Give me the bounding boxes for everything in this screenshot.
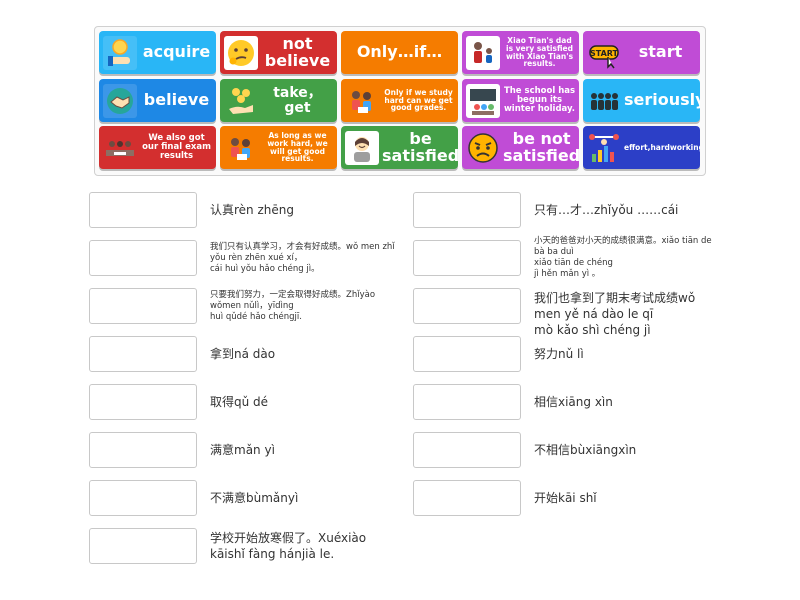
- prompt-label: 不满意bùmǎnyì: [210, 491, 299, 505]
- tile-text: Only if we study hard can we get good gr…: [384, 87, 453, 113]
- prompt-label: 只要我们努力，一定会取得好成绩。Zhǐyào wǒmen nǔlì，yīdìng…: [210, 289, 376, 322]
- answer-tile[interactable]: Only…if…: [341, 31, 458, 74]
- people-group-icon: [587, 84, 621, 118]
- answer-tile[interactable]: not believe: [220, 31, 337, 74]
- tile-text: believe: [143, 90, 210, 110]
- tile-text: acquire: [142, 42, 211, 62]
- tile-text: Only…if…: [356, 42, 443, 62]
- answer-tile[interactable]: START start: [583, 31, 700, 74]
- answer-tile[interactable]: As long as we work hard, we will get goo…: [220, 126, 337, 169]
- svg-text:START: START: [590, 49, 619, 58]
- answer-tile[interactable]: The school has begun its winter holiday.: [462, 79, 579, 122]
- answer-tile[interactable]: effort,hardworking: [583, 126, 700, 169]
- tile-text: We also got our final exam results: [142, 133, 211, 161]
- answer-tile[interactable]: Only if we study hard can we get good gr…: [341, 79, 458, 122]
- students-icon: [224, 131, 258, 165]
- prompt-label: 学校开始放寒假了。Xuéxiào kāishǐ fàng hánjià le.: [210, 531, 367, 561]
- exam-icon: [103, 131, 137, 165]
- prompt-label: 取得qǔ dé: [210, 395, 269, 409]
- prompt-label: 认真rèn zhēng: [210, 203, 294, 217]
- answer-tile[interactable]: seriously: [583, 79, 700, 122]
- father-son-icon: [466, 35, 500, 70]
- prompt-label: 拿到ná dào: [210, 347, 276, 361]
- drop-zone[interactable]: [89, 192, 197, 228]
- drop-zone[interactable]: [413, 432, 521, 468]
- students-icon: [345, 84, 379, 118]
- drop-zone[interactable]: [413, 288, 521, 324]
- answer-tile[interactable]: be not satisfied: [462, 126, 579, 169]
- weightlifter-icon: [587, 131, 621, 165]
- tile-bank: acquire not believe Only…if… Xiao Tian's da…: [94, 26, 706, 176]
- start-button-icon: START: [587, 36, 621, 70]
- prompt-label: 我们也拿到了期末考试成绩wǒ men yě ná dào le qī mò kǎ…: [534, 291, 696, 337]
- tile-text: take，get: [273, 84, 322, 116]
- tile-text: seriously: [624, 90, 700, 110]
- drop-zone[interactable]: [89, 288, 197, 324]
- drop-zone[interactable]: [413, 336, 521, 372]
- drop-zone[interactable]: [89, 480, 197, 516]
- hand-coins-icon: [224, 84, 258, 118]
- prompt-label: 相信xiāng xìn: [534, 395, 613, 409]
- drop-zone[interactable]: [89, 528, 197, 564]
- prompt-label: 努力nǔ lì: [534, 347, 584, 361]
- answer-tile[interactable]: take，get: [220, 79, 337, 122]
- answer-tile[interactable]: We also got our final exam results: [99, 126, 216, 169]
- tile-text: The school has begun its winter holiday.: [503, 86, 576, 114]
- angry-face-icon: [466, 131, 500, 165]
- prompt-label: 小天的爸爸对小天的成绩很满意。xiǎo tiān de bà ba duì xi…: [534, 236, 712, 279]
- tile-text: Xiao Tian's dad is very satisfied with X…: [505, 35, 574, 69]
- drop-zone[interactable]: [413, 240, 521, 276]
- drop-zone[interactable]: [89, 384, 197, 420]
- hand-coin-icon: [103, 35, 137, 70]
- prompt-label: 只有…才…zhǐyǒu ……cái: [534, 203, 679, 217]
- tile-text: effort,hardworking: [624, 142, 700, 152]
- classroom-icon: [466, 83, 500, 118]
- drop-zone[interactable]: [413, 480, 521, 516]
- tile-text: As long as we work hard, we will get goo…: [267, 130, 328, 164]
- drop-zone[interactable]: [413, 384, 521, 420]
- tile-text: be not satisfied: [503, 128, 579, 165]
- thinking-face-icon: [224, 35, 258, 70]
- handshake-icon: [103, 83, 137, 118]
- drop-zone[interactable]: [89, 336, 197, 372]
- prompt-label: 满意mǎn yì: [210, 443, 275, 457]
- tile-text: start: [638, 42, 683, 62]
- drop-zone[interactable]: [89, 240, 197, 276]
- drop-zone[interactable]: [413, 192, 521, 228]
- answer-tile[interactable]: acquire: [99, 31, 216, 74]
- happy-person-icon: [345, 130, 379, 165]
- prompt-label: 我们只有认真学习，才会有好成绩。wǒ men zhǐ yǒu rèn zhēn …: [210, 241, 395, 274]
- drop-zone[interactable]: [89, 432, 197, 468]
- tile-text: be satisfied: [382, 128, 458, 165]
- prompt-label: 开始kāi shǐ: [534, 491, 597, 505]
- answer-tile[interactable]: believe: [99, 79, 216, 122]
- tile-text: not believe: [264, 33, 331, 70]
- answer-tile[interactable]: Xiao Tian's dad is very satisfied with X…: [462, 31, 579, 74]
- prompt-label: 不相信bùxiāngxìn: [534, 443, 637, 457]
- answer-tile[interactable]: be satisfied: [341, 126, 458, 169]
